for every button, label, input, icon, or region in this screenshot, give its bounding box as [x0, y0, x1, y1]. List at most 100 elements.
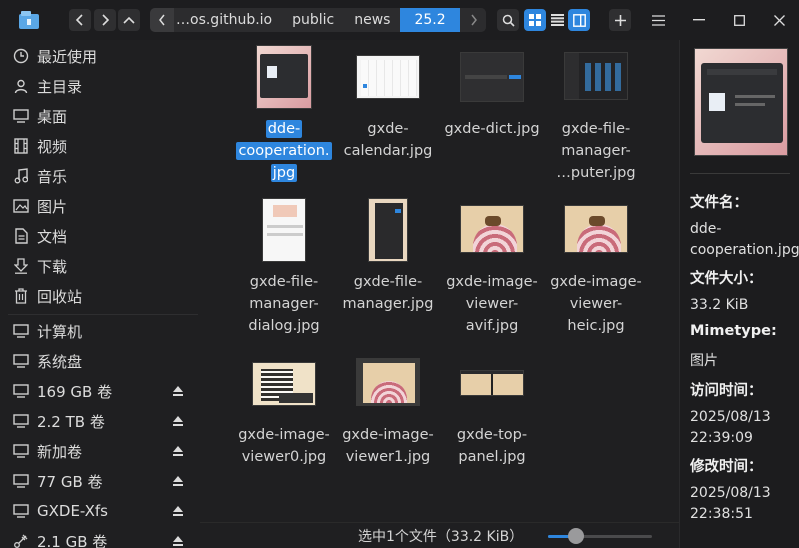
chevron-up-icon: [123, 16, 135, 24]
close-button[interactable]: [769, 10, 789, 30]
sidebar-item-system-disk[interactable]: 系统盘: [0, 346, 200, 376]
file-thumbnail: [564, 52, 628, 100]
sidebar-item-volume[interactable]: 2.2 TB 卷: [0, 406, 200, 436]
breadcrumb-item-current[interactable]: 25.2: [400, 8, 460, 32]
breadcrumb-item[interactable]: …os.github.io: [174, 8, 282, 32]
breadcrumb: …os.github.io public news 25.2: [150, 8, 486, 32]
menu-button[interactable]: [648, 10, 668, 30]
file-thumbnail: [356, 55, 420, 99]
file-name: gxde-image- viewer0.jpg: [238, 427, 330, 465]
sidebar-item-music[interactable]: 音乐: [0, 161, 200, 191]
sidebar-item-label: 2.1 GB 卷: [37, 532, 108, 548]
sidebar-item-usb-volume[interactable]: 2.1 GB 卷: [0, 526, 200, 548]
file-name: gxde-file- manager.jpg: [342, 274, 434, 312]
file-thumbnail: [460, 205, 524, 253]
sidebar-item-label: 新加卷: [37, 442, 83, 461]
zoom-slider-handle[interactable]: [568, 528, 585, 544]
back-button[interactable]: [69, 9, 91, 31]
document-icon: [12, 227, 30, 245]
file-thumbnail: [368, 198, 408, 262]
new-tab-button[interactable]: [609, 9, 631, 31]
sidebar-item-volume[interactable]: 新加卷: [0, 436, 200, 466]
preview-thumbnail: [694, 48, 788, 156]
file-name: dde- cooperation. jpg: [236, 120, 332, 182]
parent-dir-button[interactable]: [118, 9, 140, 31]
sidebar-item-computer[interactable]: 计算机: [0, 316, 200, 346]
eject-icon[interactable]: [172, 445, 184, 457]
status-bar: 选中1个文件（33.2 KiB）: [200, 522, 679, 548]
modify-time-value: 22:38:51: [690, 506, 753, 522]
sidebar-item-label: GXDE-Xfs: [37, 502, 108, 520]
download-icon: [12, 257, 30, 275]
sidebar: 最近使用 主目录 桌面 视频 音乐 图片 文档 下载 回收站 计算机 系统盘 1…: [0, 40, 200, 548]
file-name: gxde-top- panel.jpg: [456, 427, 528, 465]
music-icon: [12, 167, 30, 185]
list-view-button[interactable]: [546, 9, 568, 31]
breadcrumb-item[interactable]: public: [282, 8, 344, 32]
picture-icon: [12, 197, 30, 215]
file-name: gxde-dict.jpg: [444, 121, 540, 137]
file-thumbnail: [356, 358, 420, 406]
sidebar-item-label: 回收站: [37, 287, 83, 306]
sidebar-item-volume[interactable]: 77 GB 卷: [0, 466, 200, 496]
file-name: gxde-image- viewer- heic.jpg: [550, 274, 642, 334]
video-icon: [12, 137, 30, 155]
detail-panel-toggle[interactable]: [568, 9, 590, 31]
sidebar-item-label: 169 GB 卷: [37, 382, 113, 401]
search-button[interactable]: [497, 9, 519, 31]
sidebar-item-downloads[interactable]: 下载: [0, 251, 200, 281]
minimize-button[interactable]: [689, 10, 709, 30]
maximize-icon: [733, 14, 745, 26]
file-grid: dde- cooperation. jpg gxde- calendar.jpg…: [200, 40, 679, 522]
detail-divider: [690, 173, 790, 174]
file-name: gxde-image- viewer1.jpg: [342, 427, 434, 465]
sidebar-item-trash[interactable]: 回收站: [0, 281, 200, 311]
chevron-right-icon: [102, 14, 110, 26]
sidebar-item-label: 2.2 TB 卷: [37, 412, 105, 431]
sidebar-item-label: 最近使用: [37, 47, 98, 66]
sidebar-item-documents[interactable]: 文档: [0, 221, 200, 251]
minimize-icon: [693, 19, 705, 21]
eject-icon[interactable]: [172, 505, 184, 517]
list-view-icon: [550, 14, 564, 26]
sidebar-item-videos[interactable]: 视频: [0, 131, 200, 161]
zoom-slider[interactable]: [548, 535, 652, 538]
file-name-label: 文件名：: [690, 195, 748, 211]
desktop-icon: [12, 107, 30, 125]
chevron-right-icon: [471, 14, 477, 26]
drive-icon: [12, 382, 30, 400]
sidebar-item-volume[interactable]: GXDE-Xfs: [0, 496, 200, 526]
file-thumbnail: [252, 362, 316, 406]
eject-icon[interactable]: [172, 385, 184, 397]
eject-icon[interactable]: [172, 475, 184, 487]
plus-icon: [614, 14, 626, 26]
sidebar-item-label: 音乐: [37, 167, 68, 186]
breadcrumb-item[interactable]: news: [344, 8, 400, 32]
breadcrumb-scroll-right-button[interactable]: [462, 8, 486, 32]
drive-icon: [12, 502, 30, 520]
file-name: gxde- calendar.jpg: [343, 121, 433, 159]
sidebar-item-desktop[interactable]: 桌面: [0, 101, 200, 131]
modify-time-label: 修改时间：: [690, 459, 763, 475]
search-icon: [502, 14, 515, 27]
icon-view-button[interactable]: [524, 9, 546, 31]
sidebar-item-pictures[interactable]: 图片: [0, 191, 200, 221]
drive-icon: [12, 442, 30, 460]
sidebar-item-label: 系统盘: [37, 352, 83, 371]
file-thumbnail: [256, 45, 312, 109]
access-time-label: 访问时间：: [690, 383, 763, 399]
eject-icon[interactable]: [172, 535, 184, 547]
sidebar-item-label: 文档: [37, 227, 68, 246]
drive-icon: [12, 352, 30, 370]
file-thumbnail: [262, 198, 306, 262]
sidebar-item-recent[interactable]: 最近使用: [0, 41, 200, 71]
detail-panel: 文件名： dde- cooperation.jpg 文件大小： 33.2 KiB…: [679, 40, 799, 548]
clock-icon: [12, 47, 30, 65]
file-manager-app-icon: [18, 10, 40, 30]
maximize-button[interactable]: [729, 10, 749, 30]
forward-button[interactable]: [94, 9, 116, 31]
breadcrumb-scroll-left-button[interactable]: [150, 8, 174, 32]
sidebar-item-home[interactable]: 主目录: [0, 71, 200, 101]
sidebar-item-volume[interactable]: 169 GB 卷: [0, 376, 200, 406]
eject-icon[interactable]: [172, 415, 184, 427]
